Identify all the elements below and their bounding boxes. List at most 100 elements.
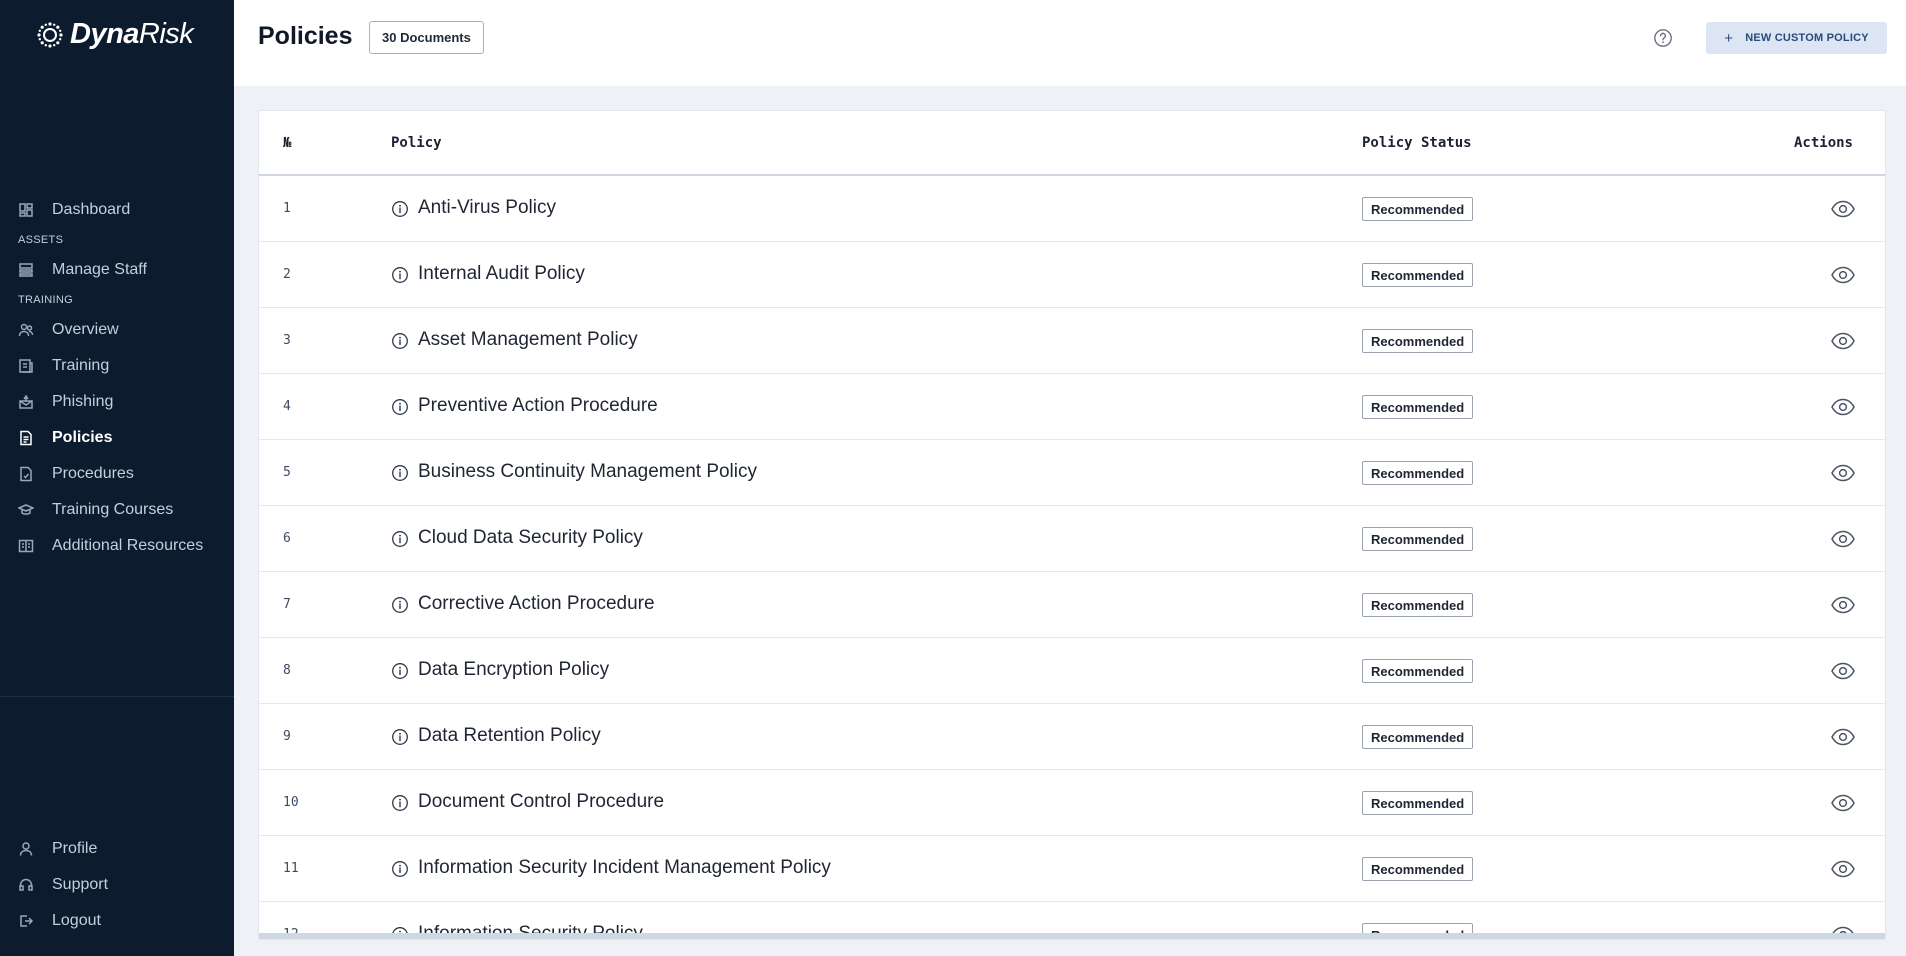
sidebar-item-training-courses[interactable]: Training Courses [0,492,234,528]
sidebar-item-support[interactable]: Support [0,867,234,903]
table-row[interactable]: 8 Data Encryption Policy Recommended [259,638,1885,704]
sidebar-item-label: Dashboard [52,201,131,218]
sidebar-item-phishing[interactable]: Phishing [0,384,234,420]
info-circle-icon[interactable] [391,728,409,746]
book-icon [18,538,34,554]
sidebar-item-label: Procedures [52,465,134,482]
users-icon [18,322,34,338]
horizontal-scrollbar[interactable] [259,933,1885,939]
policy-name[interactable]: Document Control Procedure [418,791,664,813]
table-row[interactable]: 5 Business Continuity Management Policy … [259,440,1885,506]
eye-icon[interactable] [1830,726,1856,748]
sun-gear-icon [37,21,63,48]
eye-icon[interactable] [1830,792,1856,814]
policy-name[interactable]: Data Retention Policy [418,725,601,747]
sidebar-item-profile[interactable]: Profile [0,831,234,867]
sidebar-nav: Dashboard ASSETS Manage Staff TRAINING O… [0,192,234,564]
sidebar-item-manage-staff[interactable]: Manage Staff [0,252,234,288]
policy-name[interactable]: Information Security Incident Management… [418,857,831,879]
status-badge: Recommended [1362,197,1474,221]
sidebar-item-label: Training [52,357,110,374]
status-badge: Recommended [1362,857,1474,881]
table-row[interactable]: 9 Data Retention Policy Recommended [259,704,1885,770]
eye-icon[interactable] [1830,858,1856,880]
eye-icon[interactable] [1830,330,1856,352]
sidebar-item-label: Logout [52,912,101,929]
procedure-icon [18,466,34,482]
new-custom-policy-button[interactable]: + NEW CUSTOM POLICY [1706,22,1887,54]
status-badge: Recommended [1362,329,1474,353]
plus-icon: + [1724,29,1734,47]
sidebar-item-label: Phishing [52,393,114,410]
policy-name[interactable]: Asset Management Policy [418,329,638,351]
sidebar-item-dashboard[interactable]: Dashboard [0,192,234,228]
eye-icon[interactable] [1830,660,1856,682]
table-row[interactable]: 1 Anti-Virus Policy Recommended [259,176,1885,242]
row-number: 10 [283,795,299,810]
info-circle-icon[interactable] [391,662,409,680]
page-title: Policies [258,22,353,50]
status-badge: Recommended [1362,725,1474,749]
sidebar-item-training[interactable]: Training [0,348,234,384]
brand-name: DynaRisk [70,18,194,50]
document-count-badge: 30 Documents [369,21,484,54]
info-circle-icon[interactable] [391,596,409,614]
status-badge: Recommended [1362,659,1474,683]
eye-icon[interactable] [1830,264,1856,286]
status-badge: Recommended [1362,791,1474,815]
table-row[interactable]: 2 Internal Audit Policy Recommended [259,242,1885,308]
sidebar-item-procedures[interactable]: Procedures [0,456,234,492]
info-circle-icon[interactable] [391,266,409,284]
column-header-number: № [283,135,292,151]
eye-icon[interactable] [1830,594,1856,616]
info-circle-icon[interactable] [391,530,409,548]
eye-icon[interactable] [1830,528,1856,550]
user-icon [18,841,34,857]
table-row[interactable]: 7 Corrective Action Procedure Recommende… [259,572,1885,638]
table-row[interactable]: 11 Information Security Incident Managem… [259,836,1885,902]
brand-logo[interactable]: DynaRisk [36,18,194,51]
sidebar-item-label: Manage Staff [52,261,147,278]
column-header-policy: Policy [391,135,442,151]
policy-name[interactable]: Data Encryption Policy [418,659,609,681]
sidebar: DynaRisk Dashboard ASSETS Manage Staff T… [0,0,234,956]
sidebar-item-logout[interactable]: Logout [0,903,234,939]
row-number: 8 [283,663,291,678]
sidebar-item-policies[interactable]: Policies [0,420,234,456]
info-circle-icon[interactable] [391,332,409,350]
sidebar-bottom-nav: Profile Support Logout [0,831,234,939]
eye-icon[interactable] [1830,462,1856,484]
sidebar-item-label: Training Courses [52,501,174,518]
graduation-cap-icon [18,502,34,518]
info-circle-icon[interactable] [391,464,409,482]
eye-icon[interactable] [1830,396,1856,418]
sidebar-item-additional-resources[interactable]: Additional Resources [0,528,234,564]
policy-name[interactable]: Corrective Action Procedure [418,593,655,615]
table-row[interactable]: 3 Asset Management Policy Recommended [259,308,1885,374]
info-circle-icon[interactable] [391,860,409,878]
sidebar-item-overview[interactable]: Overview [0,312,234,348]
staff-icon [18,262,34,278]
status-badge: Recommended [1362,527,1474,551]
table-row[interactable]: 4 Preventive Action Procedure Recommende… [259,374,1885,440]
row-number: 3 [283,333,291,348]
policy-name[interactable]: Cloud Data Security Policy [418,527,643,549]
info-circle-icon[interactable] [391,794,409,812]
eye-icon[interactable] [1830,198,1856,220]
status-badge: Recommended [1362,395,1474,419]
help-circle-icon[interactable] [1653,28,1673,48]
policy-name[interactable]: Anti-Virus Policy [418,197,556,219]
status-badge: Recommended [1362,263,1474,287]
policy-name[interactable]: Preventive Action Procedure [418,395,658,417]
policy-name[interactable]: Business Continuity Management Policy [418,461,757,483]
policy-name[interactable]: Internal Audit Policy [418,263,585,285]
info-circle-icon[interactable] [391,398,409,416]
phishing-icon [18,394,34,410]
sidebar-item-label: Profile [52,840,98,857]
status-badge: Recommended [1362,461,1474,485]
table-row[interactable]: 10 Document Control Procedure Recommende… [259,770,1885,836]
sidebar-item-label: Support [52,876,109,893]
info-circle-icon[interactable] [391,200,409,218]
table-row[interactable]: 6 Cloud Data Security Policy Recommended [259,506,1885,572]
dashboard-icon [18,202,34,218]
